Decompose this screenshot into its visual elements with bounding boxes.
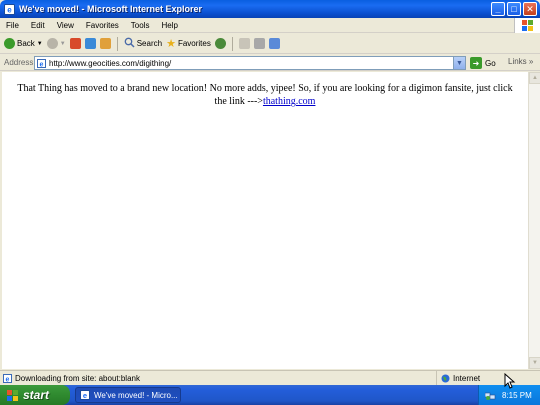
media-icon[interactable] [214,38,226,49]
address-label: Address [4,58,34,67]
close-icon: ✕ [526,3,534,14]
back-button[interactable]: Back ▼ [4,38,43,49]
chevron-down-icon: ▼ [36,40,43,47]
svg-text:e: e [6,376,10,383]
start-label: start [23,388,50,402]
favorites-label: Favorites [177,39,211,48]
go-arrow-icon: ➜ [470,57,482,69]
toolbar: Back ▼ ▼ Search ★ Favorites [0,34,540,54]
close-button[interactable]: ✕ [523,2,537,16]
maximize-icon: □ [511,4,517,14]
address-dropdown-icon[interactable]: ▼ [453,57,465,69]
title-bar[interactable]: e We've moved! - Microsoft Internet Expl… [0,0,540,18]
globe-icon [441,374,450,383]
go-button[interactable]: ➜ Go [470,57,496,69]
home-icon[interactable] [99,38,111,49]
mail-icon[interactable] [238,38,250,49]
menu-tools[interactable]: Tools [125,21,156,30]
new-site-link[interactable]: thathing.com [263,96,316,107]
search-label: Search [136,39,163,48]
forward-button[interactable]: ▼ [46,38,66,49]
toolbar-separator [116,36,118,51]
print-icon[interactable] [253,38,265,49]
status-bar: e Downloading from site: about:blank Int… [0,370,540,386]
menu-favorites[interactable]: Favorites [80,21,125,30]
links-label: Links [508,57,527,66]
menu-bar: File Edit View Favorites Tools Help [0,18,540,33]
status-text: Downloading from site: about:blank [15,373,140,383]
zone-label: Internet [453,374,481,383]
taskbar-window-label: We've moved! - Micro... [94,390,178,400]
page-icon: e [3,373,12,383]
forward-arrow-icon [46,38,58,49]
page-content: That Thing has moved to a brand new loca… [2,72,528,369]
minimize-button[interactable]: _ [491,2,505,16]
maximize-button[interactable]: □ [507,2,521,16]
search-icon [124,37,135,50]
svg-text:e: e [40,61,44,68]
stop-icon[interactable] [69,38,81,49]
favorites-button[interactable]: ★ Favorites [166,37,211,50]
window-title: We've moved! - Microsoft Internet Explor… [19,4,203,14]
links-button[interactable]: Links » [508,57,533,66]
back-arrow-icon [4,38,15,49]
star-icon: ★ [166,38,176,50]
search-button[interactable]: Search [124,37,162,50]
back-label: Back [17,39,35,48]
menu-edit[interactable]: Edit [25,21,51,30]
address-bar: Address e http://www.geocities.com/digit… [0,55,540,71]
edit-icon[interactable] [268,38,280,49]
svg-text:e: e [7,5,12,14]
start-button[interactable]: start [0,385,70,405]
toolbar-separator [231,36,233,51]
taskbar: start e We've moved! - Micro... 8:15 PM [0,385,540,405]
taskbar-window-button[interactable]: e We've moved! - Micro... [75,387,181,403]
windows-logo-icon [6,389,19,401]
ie-icon: e [80,390,90,400]
clock[interactable]: 8:15 PM [502,391,532,400]
scroll-up-icon[interactable]: ▲ [529,72,540,84]
chevron-down-icon: ▼ [59,40,66,47]
vertical-scrollbar[interactable]: ▲ ▼ [528,72,540,369]
go-label: Go [485,58,496,68]
address-input[interactable]: e http://www.geocities.com/digithing/ ▼ [34,56,466,70]
address-value: http://www.geocities.com/digithing/ [49,58,172,68]
minimize-icon: _ [495,4,501,14]
scroll-down-icon[interactable]: ▼ [529,357,540,369]
ie-icon: e [3,3,15,15]
windows-logo-icon [514,18,540,33]
network-icon[interactable] [485,390,496,401]
svg-text:e: e [83,391,87,400]
moved-message: That Thing has moved to a brand new loca… [14,82,516,108]
security-zone: Internet [436,371,540,386]
menu-help[interactable]: Help [155,21,183,30]
menu-file[interactable]: File [0,21,25,30]
menu-view[interactable]: View [51,21,80,30]
mouse-cursor-icon [504,373,516,389]
page-icon: e [37,58,46,68]
refresh-icon[interactable] [84,38,96,49]
